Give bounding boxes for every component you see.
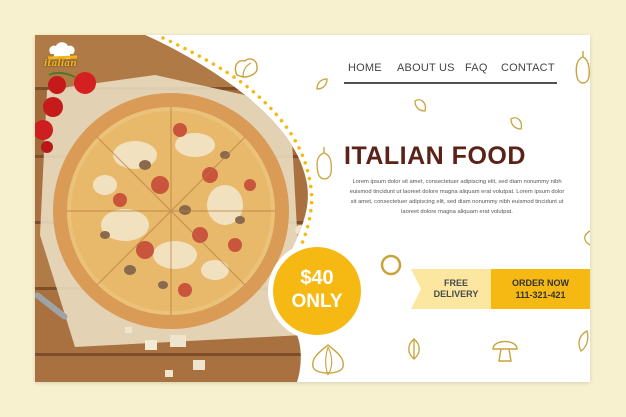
leaf-doodle-icon	[510, 117, 523, 130]
mushroom-doodle-icon	[492, 340, 518, 362]
order-phone-number[interactable]: 111-321-421	[491, 290, 590, 300]
order-now-button[interactable]: ORDER NOW 111-321-421	[491, 269, 590, 309]
leaf-doodle-icon	[408, 338, 420, 360]
leaf-doodle-icon	[414, 99, 427, 112]
pepper-doodle-icon	[575, 51, 590, 84]
price-badge: $40 ONLY	[273, 247, 361, 335]
pepper-doodle-icon	[316, 147, 332, 180]
logo-text: italian	[44, 59, 77, 69]
hero-title: ITALIAN FOOD	[344, 142, 526, 170]
hero-description: Lorem ipsum dolor sit amet, consectetuer…	[349, 179, 565, 215]
leaf-doodle-icon	[578, 330, 589, 352]
delivery-line-1: FREE	[443, 278, 468, 288]
ring-doodle-icon	[380, 254, 402, 276]
order-now-label: ORDER NOW	[512, 278, 569, 288]
landing-page: italian HOME ABOUT US FAQ CONTACT ITALIA…	[35, 35, 590, 382]
garlic-doodle-icon	[312, 344, 344, 376]
nav-home[interactable]: HOME	[348, 62, 382, 74]
price-amount: $40	[300, 267, 334, 289]
delivery-line-2: DELIVERY	[433, 289, 479, 299]
garlic-doodle-icon	[234, 58, 258, 78]
nav-faq[interactable]: FAQ	[465, 62, 488, 74]
nav-about-us[interactable]: ABOUT US	[397, 62, 455, 74]
main-navigation: HOME ABOUT US FAQ CONTACT	[344, 62, 557, 84]
price-qualifier: ONLY	[291, 291, 343, 312]
leaf-doodle-icon	[316, 78, 328, 90]
free-delivery-banner: FREE DELIVERY	[411, 269, 491, 309]
leaf-doodle-icon	[584, 230, 590, 246]
delivery-text: FREE DELIVERY	[425, 278, 487, 300]
nav-contact[interactable]: CONTACT	[501, 62, 555, 74]
